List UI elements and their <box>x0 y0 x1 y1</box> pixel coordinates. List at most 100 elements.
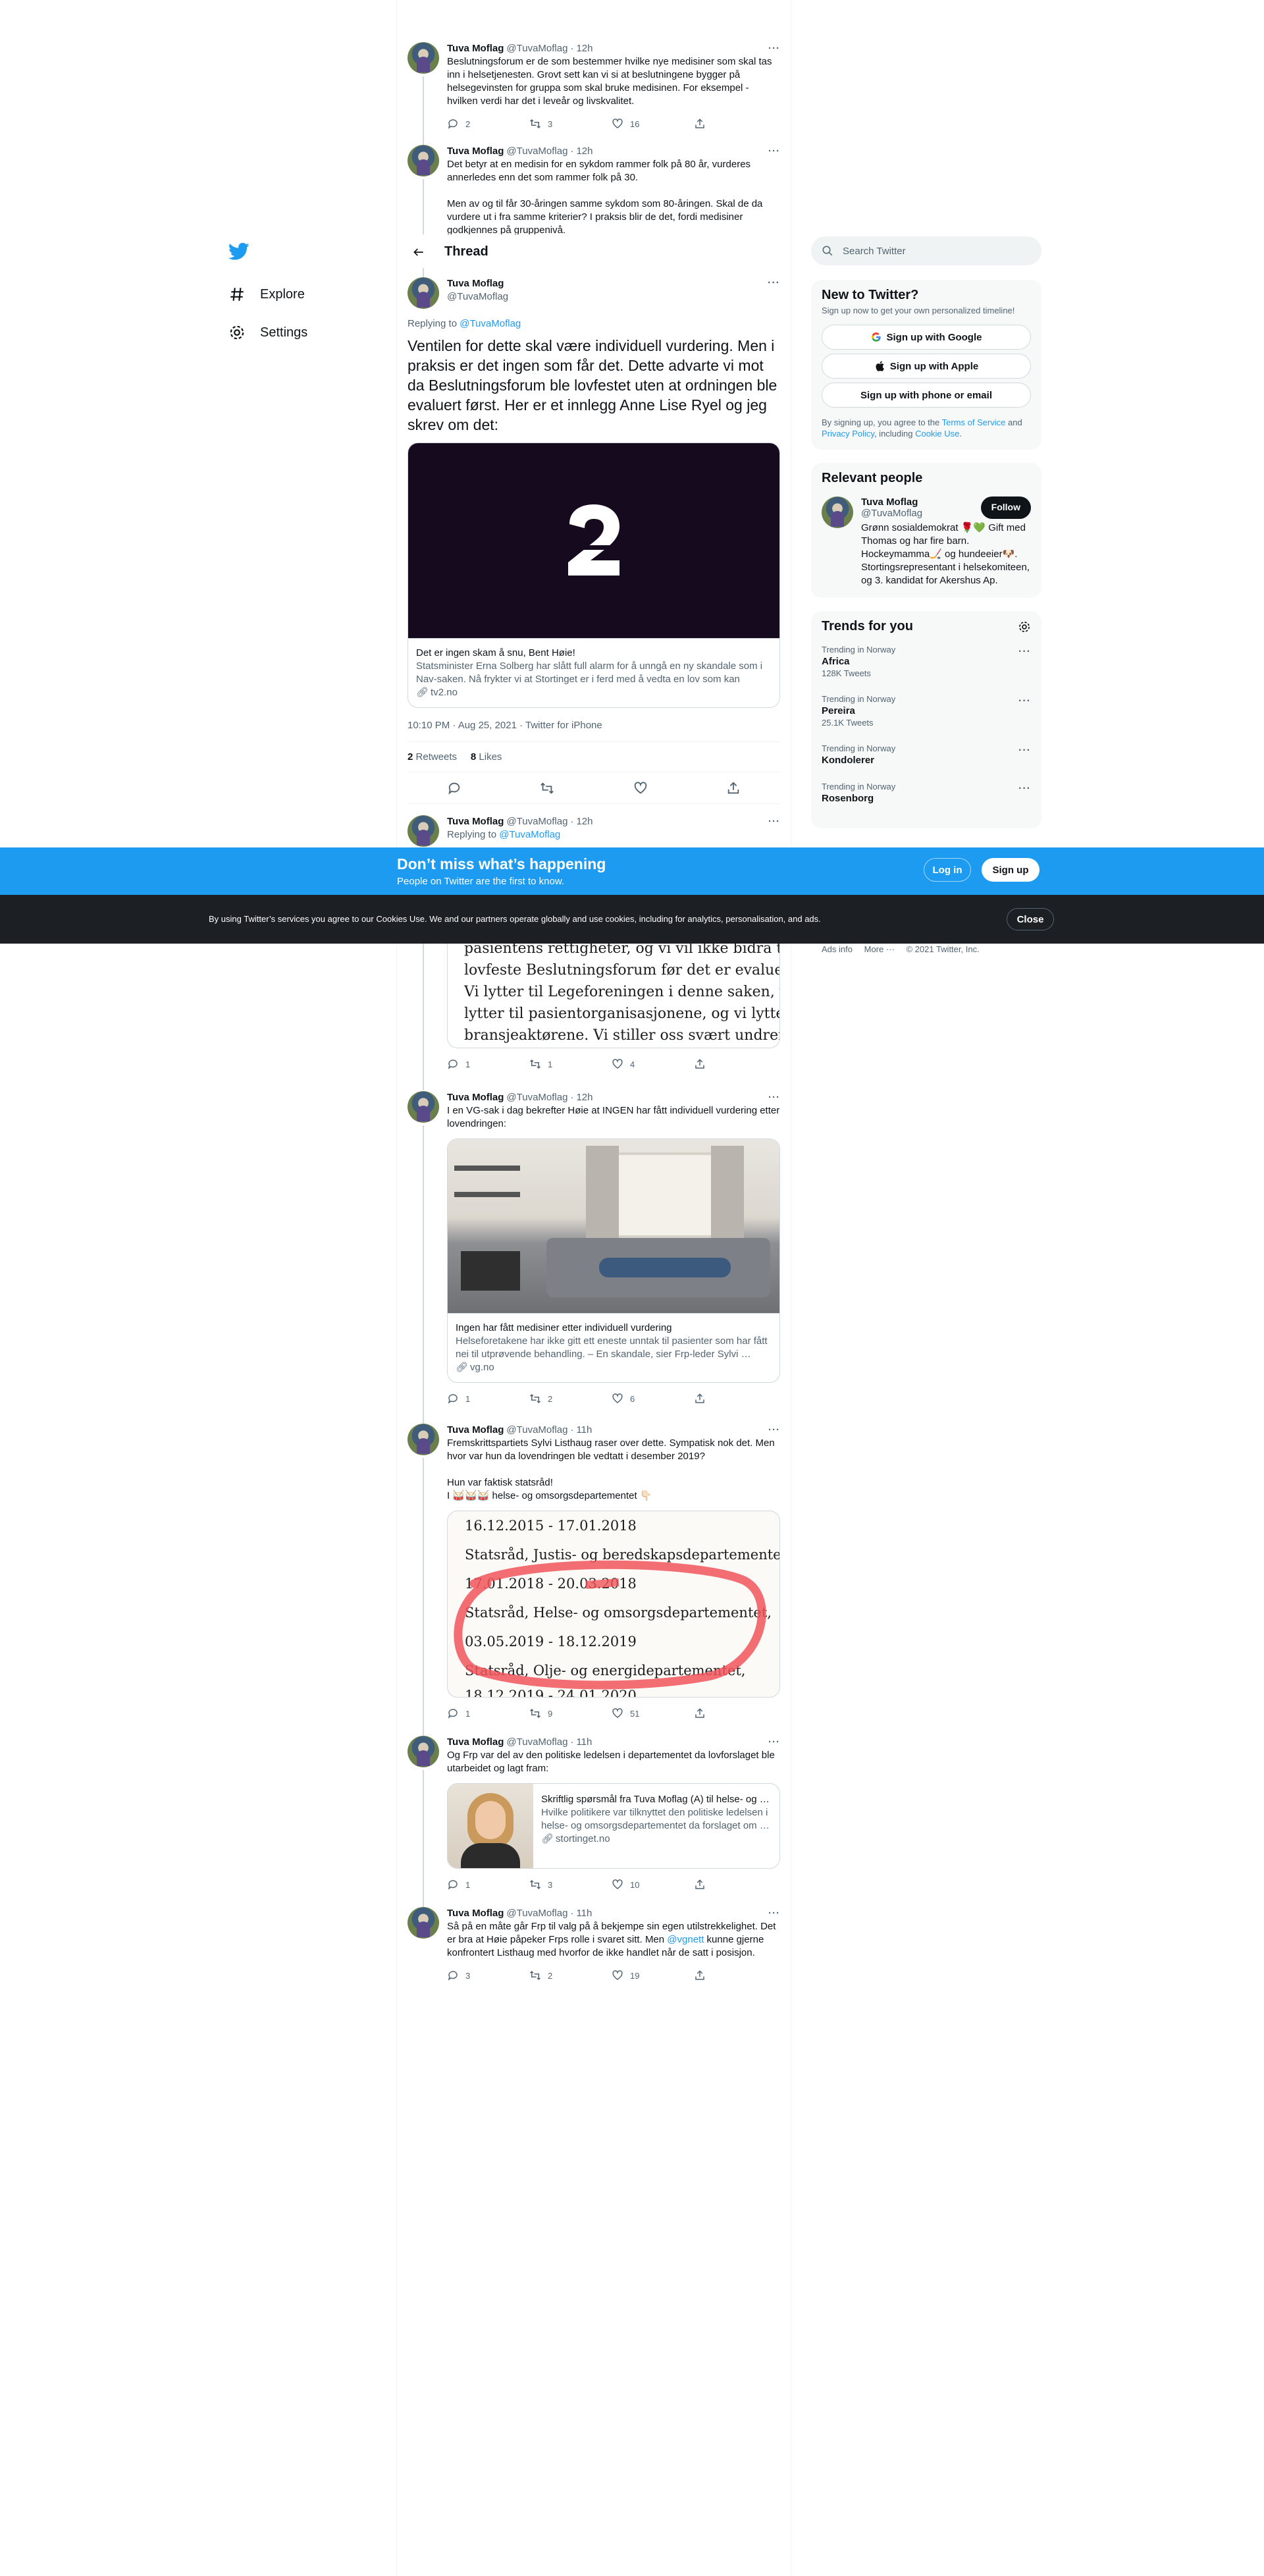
link-card[interactable]: Skriftlig spørsmål fra Tuva Moflag (A) t… <box>447 1783 780 1869</box>
more-options-icon[interactable]: ··· <box>1018 646 1031 658</box>
search-input[interactable]: Search Twitter <box>811 236 1041 265</box>
tweet-item[interactable]: Tuva Moflag @TuvaMoflag · 12h ··· Beslut… <box>397 34 791 153</box>
tweet-item[interactable]: Tuva Moflag @TuvaMoflag · 11h ··· Og Frp… <box>397 1728 791 1911</box>
share-button[interactable] <box>694 1879 776 1891</box>
twitter-logo-icon[interactable] <box>224 237 253 266</box>
share-button[interactable] <box>694 1707 776 1719</box>
likes-count[interactable]: 8 <box>471 751 476 763</box>
author-name[interactable]: Tuva Moflag <box>447 1907 504 1920</box>
retweet-button[interactable]: 2 <box>529 1970 612 1981</box>
trend-item[interactable]: Trending in Norway Kondolerer ··· <box>811 736 1041 774</box>
nav-settings[interactable]: Settings <box>227 313 392 352</box>
author-name[interactable]: Tuva Moflag <box>447 42 504 55</box>
avatar[interactable] <box>822 496 853 528</box>
tweet-time[interactable]: 11h <box>576 1907 592 1920</box>
more-options-icon[interactable]: ··· <box>1018 695 1031 707</box>
like-button[interactable]: 6 <box>612 1393 694 1405</box>
avatar[interactable] <box>408 1736 439 1767</box>
retweet-button[interactable]: 3 <box>529 118 612 130</box>
reply-icon[interactable] <box>447 781 461 795</box>
author-name[interactable]: Tuva Moflag <box>447 815 504 828</box>
retweet-button[interactable]: 3 <box>529 1879 612 1891</box>
mention-link[interactable]: @TuvaMoflag <box>499 829 560 840</box>
more-link[interactable]: More ··· <box>864 944 895 954</box>
like-button[interactable]: 51 <box>612 1707 694 1719</box>
like-button[interactable]: 16 <box>612 118 694 130</box>
avatar[interactable] <box>408 277 439 309</box>
more-options-icon[interactable]: ··· <box>768 277 780 289</box>
tweet-time[interactable]: 11h <box>576 1736 592 1749</box>
mention-link[interactable]: @TuvaMoflag <box>460 318 521 329</box>
author-name[interactable]: Tuva Moflag <box>447 1736 504 1749</box>
tweet-time[interactable]: 12h <box>576 815 592 828</box>
retweet-button[interactable]: 9 <box>529 1707 612 1719</box>
reply-button[interactable]: 3 <box>447 1970 529 1981</box>
cookie-close-button[interactable]: Close <box>1007 908 1054 930</box>
share-button[interactable] <box>694 1970 776 1981</box>
share-icon[interactable] <box>726 781 741 795</box>
document-screenshot[interactable]: 16.12.2015 - 17.01.2018 Statsråd, Justis… <box>447 1511 780 1698</box>
login-button[interactable]: Log in <box>924 858 971 882</box>
cookie-link[interactable]: Cookie Use <box>915 429 959 439</box>
tweet-item[interactable]: Tuva Moflag @TuvaMoflag · 12h ··· Det be… <box>397 137 791 234</box>
reply-button[interactable]: 1 <box>447 1707 529 1719</box>
gear-icon[interactable] <box>1018 620 1031 633</box>
retweet-icon[interactable] <box>540 781 554 795</box>
nav-explore[interactable]: Explore <box>227 275 392 313</box>
share-button[interactable] <box>694 1393 776 1405</box>
signup-button[interactable]: Sign up <box>982 858 1040 882</box>
more-options-icon[interactable]: ··· <box>768 1907 780 1920</box>
tweet-item[interactable]: Tuva Moflag @TuvaMoflag · 11h ··· Så på … <box>397 1899 791 1989</box>
author-name[interactable]: Tuva Moflag <box>447 1424 504 1437</box>
article-screenshot[interactable]: pasientens rettigheter, og vi vil ikke b… <box>447 938 780 1048</box>
share-button[interactable] <box>694 118 776 130</box>
mention-link[interactable]: @vgnett <box>667 1934 704 1945</box>
more-options-icon[interactable]: ··· <box>768 1091 780 1104</box>
follow-button[interactable]: Follow <box>980 496 1031 519</box>
ads-info-link[interactable]: Ads info <box>822 944 853 954</box>
avatar[interactable] <box>408 815 439 847</box>
share-button[interactable] <box>694 1058 776 1070</box>
more-options-icon[interactable]: ··· <box>768 145 780 158</box>
retweet-button[interactable]: 2 <box>529 1393 612 1405</box>
terms-link[interactable]: Terms of Service <box>942 417 1006 427</box>
reply-button[interactable]: 1 <box>447 1393 529 1405</box>
tweet-time[interactable]: 12h <box>576 145 592 158</box>
signup-apple-button[interactable]: Sign up with Apple <box>822 354 1031 379</box>
like-button[interactable]: 10 <box>612 1879 694 1891</box>
link-card[interactable]: Ingen har fått medisiner etter individue… <box>447 1139 780 1383</box>
tweet-time[interactable]: 12h <box>576 42 592 55</box>
avatar[interactable] <box>408 1424 439 1455</box>
more-options-icon[interactable]: ··· <box>768 1424 780 1437</box>
avatar[interactable] <box>408 145 439 176</box>
link-card[interactable]: Det er ingen skam å snu, Bent Høie! Stat… <box>408 443 780 708</box>
signup-google-button[interactable]: Sign up with Google <box>822 325 1031 350</box>
trend-item[interactable]: Trending in Norway Africa 128K Tweets ··… <box>811 637 1041 686</box>
like-button[interactable]: 4 <box>612 1058 694 1070</box>
more-options-icon[interactable]: ··· <box>768 1736 780 1749</box>
tweet-item[interactable]: Tuva Moflag @TuvaMoflag · 12h ··· I en V… <box>397 1083 791 1425</box>
reply-button[interactable]: 2 <box>447 118 529 130</box>
more-options-icon[interactable]: ··· <box>768 815 780 828</box>
tweet-time[interactable]: 11h <box>576 1424 592 1437</box>
more-options-icon[interactable]: ··· <box>1018 783 1031 795</box>
like-button[interactable]: 19 <box>612 1970 694 1981</box>
heart-icon[interactable] <box>633 781 648 795</box>
trend-item[interactable]: Trending in Norway Rosenborg ··· <box>811 774 1041 812</box>
reply-button[interactable]: 1 <box>447 1879 529 1891</box>
author-name[interactable]: Tuva Moflag <box>447 1091 504 1104</box>
person-card[interactable]: Tuva Moflag @TuvaMoflag Follow Grønn sos… <box>811 489 1041 598</box>
privacy-link[interactable]: Privacy Policy <box>822 429 874 439</box>
trend-item[interactable]: Trending in Norway Pereira 25.1K Tweets … <box>811 686 1041 736</box>
signup-phone-button[interactable]: Sign up with phone or email <box>822 383 1031 408</box>
tweet-item[interactable]: Tuva Moflag @TuvaMoflag · 11h ··· Fremsk… <box>397 1416 791 1740</box>
retweets-count[interactable]: 2 <box>408 751 413 763</box>
more-options-icon[interactable]: ··· <box>768 42 780 55</box>
avatar[interactable] <box>408 42 439 74</box>
back-arrow-icon[interactable] <box>408 241 430 263</box>
reply-button[interactable]: 1 <box>447 1058 529 1070</box>
retweet-button[interactable]: 1 <box>529 1058 612 1070</box>
person-name[interactable]: Tuva Moflag <box>861 496 981 508</box>
author-name[interactable]: Tuva Moflag <box>447 145 504 158</box>
more-options-icon[interactable]: ··· <box>1018 745 1031 757</box>
